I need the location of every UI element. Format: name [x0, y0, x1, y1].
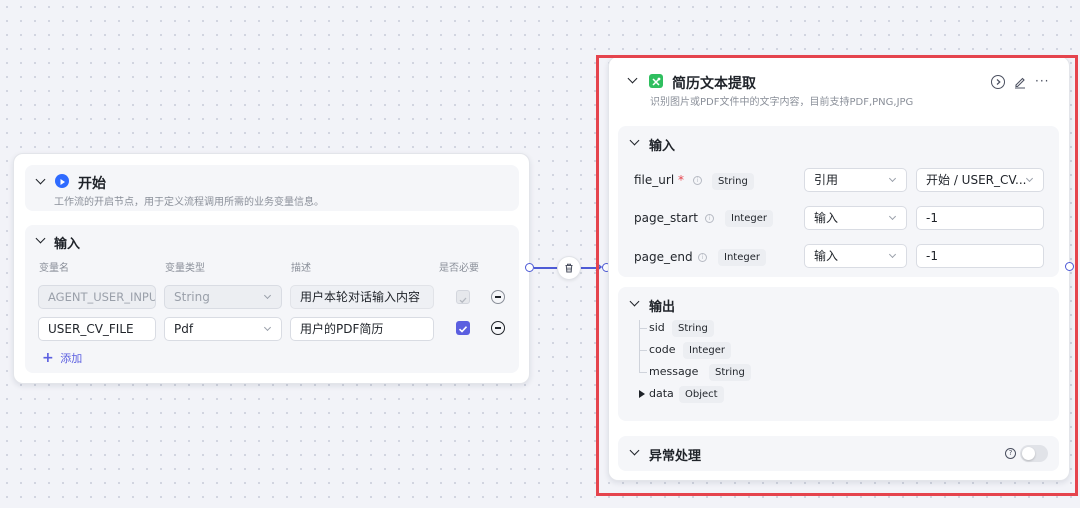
resume-output-title: 输出 — [649, 300, 676, 315]
param-source-value: 引用 — [814, 173, 839, 187]
resume-node-description: 识别图片或PDF文件中的文字内容，目前支持PDF,PNG,JPG — [650, 97, 914, 108]
output-field-type: String — [709, 364, 751, 381]
variable-type-select[interactable]: String — [164, 285, 282, 309]
output-field-type: String — [672, 320, 714, 337]
add-variable-label: 添加 — [60, 352, 83, 365]
tree-line — [639, 328, 647, 329]
output-field-name: message — [649, 365, 699, 378]
param-value-input[interactable]: -1 — [916, 206, 1044, 230]
param-source-select[interactable]: 引用 — [804, 168, 907, 192]
required-mark: * — [677, 173, 684, 187]
param-value-text: 开始 / USER_CV... — [926, 173, 1027, 187]
remove-row-icon[interactable] — [491, 321, 505, 335]
output-field-name: data — [649, 387, 674, 400]
required-checkbox[interactable] — [456, 321, 470, 335]
start-node-description: 工作流的开启节点，用于定义流程调用所需的业务变量信息。 — [54, 197, 324, 208]
column-header-variable-name: 变量名 — [39, 263, 69, 274]
start-node[interactable]: 开始 工作流的开启节点，用于定义流程调用所需的业务变量信息。 输入 变量名 变量… — [13, 153, 530, 384]
variable-type-value: Pdf — [174, 322, 194, 336]
chevron-down-icon — [888, 174, 897, 183]
column-header-required: 是否必要 — [439, 263, 479, 274]
collapse-chevron-icon[interactable] — [35, 174, 46, 185]
output-port[interactable] — [525, 263, 534, 272]
resume-extract-node[interactable]: 简历文本提取 识别图片或PDF文件中的文字内容，目前支持PDF,PNG,JPG … — [608, 56, 1070, 481]
play-icon — [55, 174, 69, 188]
remove-row-icon[interactable] — [491, 290, 505, 304]
delete-edge-button[interactable] — [557, 256, 581, 280]
param-name-text: file_url — [634, 173, 675, 187]
collapse-chevron-icon[interactable] — [629, 135, 640, 146]
start-input-section: 输入 变量名 变量类型 描述 是否必要 AGENT_USER_INPUT Str… — [25, 225, 519, 373]
chevron-down-icon — [888, 212, 897, 221]
chevron-down-icon — [263, 291, 272, 300]
start-node-title: 开始 — [78, 176, 106, 192]
expand-triangle-icon[interactable] — [639, 390, 645, 398]
variable-type-value: String — [174, 290, 210, 304]
info-icon: i — [693, 176, 702, 185]
info-icon: i — [698, 253, 707, 262]
resume-output-section: 输出 sid String code Integer message Strin… — [618, 287, 1059, 421]
param-source-value: 输入 — [814, 249, 839, 263]
param-type-tag: Integer — [718, 249, 766, 266]
collapse-chevron-icon[interactable] — [627, 73, 638, 84]
param-name-page-end: page_end — [634, 250, 693, 264]
collapse-chevron-icon[interactable] — [629, 296, 640, 307]
resume-exception-section: 异常处理 ? — [618, 436, 1059, 471]
plus-icon: + — [42, 350, 54, 366]
collapse-chevron-icon[interactable] — [35, 233, 46, 244]
variable-description-input[interactable]: 用户本轮对话输入内容 — [290, 285, 434, 309]
param-name-file-url: file_url * — [634, 173, 684, 187]
chevron-down-icon — [888, 250, 897, 259]
output-field-name: sid — [649, 321, 665, 334]
column-header-variable-type: 变量类型 — [165, 263, 205, 274]
column-header-description: 描述 — [291, 263, 311, 274]
start-input-title: 输入 — [54, 237, 81, 252]
toggle-knob — [1022, 447, 1035, 460]
resume-node-title: 简历文本提取 — [672, 76, 756, 92]
collapse-chevron-icon[interactable] — [629, 445, 640, 456]
param-type-tag: Integer — [725, 210, 773, 227]
start-node-header: 开始 工作流的开启节点，用于定义流程调用所需的业务变量信息。 — [25, 165, 519, 211]
param-value-input[interactable]: -1 — [916, 244, 1044, 268]
variable-name-input[interactable]: AGENT_USER_INPUT — [38, 285, 156, 309]
run-icon[interactable] — [991, 75, 1005, 89]
chevron-down-icon — [1025, 174, 1034, 183]
variable-name-input[interactable]: USER_CV_FILE — [38, 317, 156, 341]
param-source-select[interactable]: 输入 — [804, 206, 907, 230]
exception-toggle[interactable] — [1020, 445, 1048, 462]
chevron-down-icon — [263, 323, 272, 332]
required-checkbox[interactable] — [456, 290, 470, 304]
param-source-select[interactable]: 输入 — [804, 244, 907, 268]
param-type-tag: String — [712, 173, 754, 190]
resume-exception-title: 异常处理 — [649, 449, 702, 464]
output-field-type: Object — [679, 386, 724, 403]
output-field-name: code — [649, 343, 676, 356]
output-field-type: Integer — [683, 342, 731, 359]
resume-input-section: 输入 file_url * i String 引用 开始 / USER_CV..… — [618, 126, 1059, 277]
edit-icon[interactable] — [1013, 75, 1027, 89]
help-icon: ? — [1005, 448, 1016, 459]
info-icon: i — [705, 214, 714, 223]
more-icon[interactable]: ··· — [1035, 74, 1049, 88]
param-source-value: 输入 — [814, 211, 839, 225]
tree-line — [639, 350, 647, 351]
add-variable-button[interactable]: + 添加 — [42, 350, 82, 366]
param-name-page-start: page_start — [634, 211, 698, 225]
resume-input-title: 输入 — [649, 139, 676, 154]
tree-line — [639, 372, 647, 373]
trash-icon — [565, 263, 573, 273]
param-value-select[interactable]: 开始 / USER_CV... — [916, 168, 1044, 192]
variable-description-input[interactable]: 用户的PDF简历 — [290, 317, 434, 341]
variable-type-select[interactable]: Pdf — [164, 317, 282, 341]
output-port[interactable] — [1065, 262, 1074, 271]
resume-node-icon — [649, 74, 663, 88]
